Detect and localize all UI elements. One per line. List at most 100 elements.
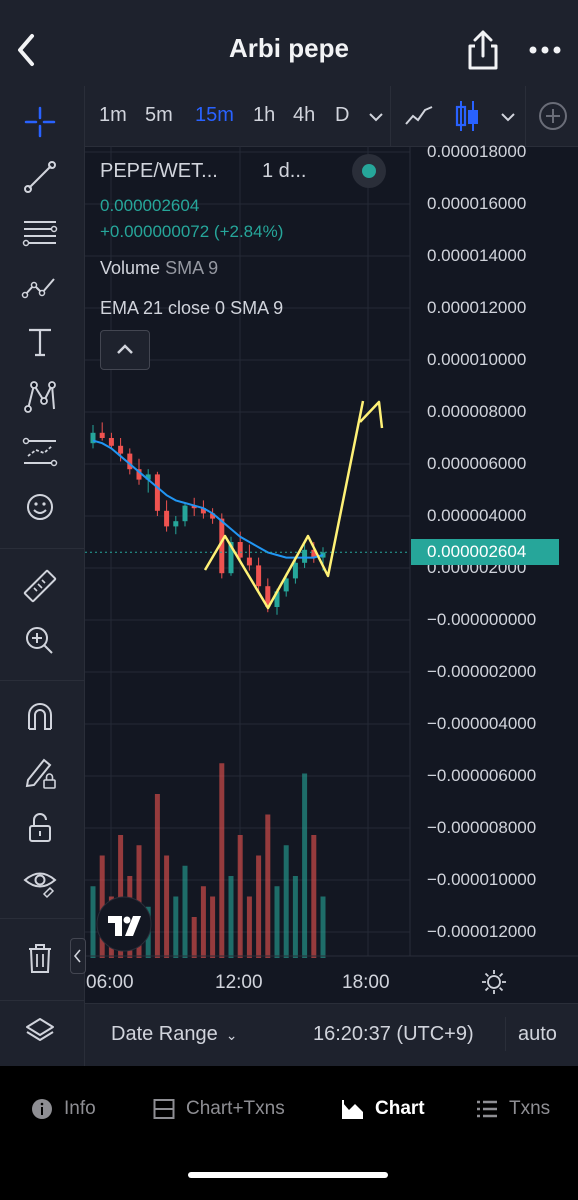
volume-bar	[173, 896, 179, 958]
remove-drawings-button[interactable]	[16, 935, 64, 981]
auto-scale-button[interactable]: auto	[505, 1017, 557, 1051]
candle-body	[99, 432, 105, 438]
crosshair-icon	[24, 106, 56, 138]
timeframe-15m[interactable]: 15m	[195, 104, 234, 127]
text-tool[interactable]	[16, 319, 64, 365]
price-axis-label: 0.000008000	[427, 402, 527, 421]
chevron-left-icon	[73, 949, 81, 963]
candle-body	[108, 438, 114, 446]
price-change: +0.000000072 (+2.84%)	[100, 222, 284, 241]
volume-bar	[164, 855, 170, 958]
drawing-path	[203, 400, 365, 610]
price-axis-label: 0.000004000	[427, 506, 527, 525]
timeframe-dropdown-icon[interactable]	[367, 108, 385, 126]
chart-type-dropdown-icon[interactable]	[499, 108, 517, 126]
toolbar-divider	[0, 548, 84, 549]
fib-tool[interactable]	[16, 209, 64, 255]
timeframe-5m[interactable]: 5m	[145, 104, 173, 127]
timeframe-1m[interactable]: 1m	[99, 104, 127, 127]
volume-bar	[256, 855, 262, 958]
measure-tool[interactable]	[16, 563, 64, 609]
candle-series	[90, 422, 326, 615]
horizontal-lines-icon	[22, 221, 58, 247]
zoom-in-tool[interactable]	[16, 618, 64, 664]
object-tree-button[interactable]	[16, 1008, 64, 1054]
time-label: 12:00	[215, 972, 263, 993]
indicator-name: Volume	[100, 258, 161, 278]
clock-timezone-label[interactable]: 16:20:37 (UTC+9)	[313, 1023, 474, 1046]
trend-line-tool[interactable]	[16, 154, 64, 200]
pattern-nodes-icon	[24, 381, 56, 413]
volume-bar	[292, 876, 298, 958]
price-axis-label: 0.000012000	[427, 298, 527, 317]
date-range-button[interactable]: Date Range ⌄	[111, 1023, 237, 1046]
volume-bar	[182, 865, 188, 958]
tab-label: Txns	[509, 1098, 551, 1119]
toolbar-collapse-handle[interactable]	[70, 938, 86, 974]
volume-bar	[320, 896, 326, 958]
price-axis-label: 0.000006000	[427, 454, 527, 473]
projection-tool[interactable]	[16, 429, 64, 475]
collapse-legend-button[interactable]	[100, 330, 150, 370]
more-options-button[interactable]	[524, 30, 566, 70]
volume-indicator-legend[interactable]: Volume SMA 9	[100, 258, 218, 279]
volume-bar	[246, 896, 252, 958]
ema-indicator-legend[interactable]: EMA 21 close 0 SMA 9	[100, 298, 283, 319]
add-indicator-icon[interactable]	[537, 100, 569, 132]
candle-body	[164, 510, 170, 527]
volume-bar	[283, 845, 289, 958]
timeframe-d[interactable]: D	[335, 104, 349, 127]
tfbar-divider	[390, 86, 391, 146]
volume-bar	[219, 763, 225, 958]
hide-drawings-button[interactable]	[16, 859, 64, 905]
chevron-up-icon	[117, 344, 133, 354]
price-axis-label: −0.000000000	[427, 610, 537, 629]
price-axis-label: −0.000004000	[427, 714, 537, 733]
share-icon	[468, 30, 498, 70]
market-status-indicator[interactable]	[352, 154, 386, 188]
date-range-label: Date Range	[111, 1023, 218, 1045]
tab-chart[interactable]: Chart	[341, 1094, 425, 1124]
candles-icon[interactable]	[453, 98, 481, 134]
chart-settings-button[interactable]	[480, 968, 508, 996]
candle-body	[256, 565, 262, 587]
indicator-params: SMA 9	[165, 258, 219, 278]
timeframe-4h[interactable]: 4h	[293, 104, 315, 127]
emoji-tool[interactable]	[16, 484, 64, 530]
price-axis-label: 0.000014000	[427, 246, 527, 265]
tab-txns[interactable]: Txns	[475, 1094, 550, 1124]
tab-label: Info	[64, 1098, 96, 1119]
toolbar-divider	[0, 680, 84, 681]
pattern-tool[interactable]	[16, 374, 64, 420]
tradingview-logo[interactable]	[96, 896, 152, 952]
drawing-toolbar	[0, 86, 85, 1066]
lock-drawings-button[interactable]	[16, 749, 64, 795]
layers-icon	[26, 1018, 54, 1041]
tab-info[interactable]: Info	[30, 1094, 96, 1124]
tab-chart-txns[interactable]: Chart+Txns	[152, 1094, 285, 1124]
path-tool[interactable]	[16, 264, 64, 310]
home-indicator	[188, 1172, 388, 1178]
crosshair-tool[interactable]	[16, 99, 64, 145]
more-dots-icon	[529, 46, 561, 54]
timeframe-1h[interactable]: 1h	[253, 104, 275, 127]
candle-body	[237, 542, 243, 558]
magnet-icon	[28, 703, 52, 730]
volume-bar	[90, 886, 96, 958]
volume-bar	[210, 896, 216, 958]
area-chart-icon	[342, 1100, 363, 1119]
line-chart-icon[interactable]	[403, 100, 435, 132]
candle-body	[173, 521, 179, 527]
share-button[interactable]	[462, 26, 504, 74]
unlock-icon	[29, 813, 51, 842]
text-icon	[29, 328, 51, 357]
forecast-icon	[22, 437, 58, 467]
magnet-mode-button[interactable]	[16, 694, 64, 740]
info-icon	[32, 1099, 52, 1119]
lock-all-button[interactable]	[16, 804, 64, 850]
time-label: 06:00	[86, 972, 134, 993]
arrow-head	[359, 400, 384, 429]
date-range-bar: Date Range ⌄ 16:20:37 (UTC+9) auto	[85, 1003, 578, 1066]
symbol-label[interactable]: PEPE/WET...	[100, 160, 218, 183]
bottom-nav: Info Chart+Txns Chart Txns	[0, 1066, 578, 1200]
